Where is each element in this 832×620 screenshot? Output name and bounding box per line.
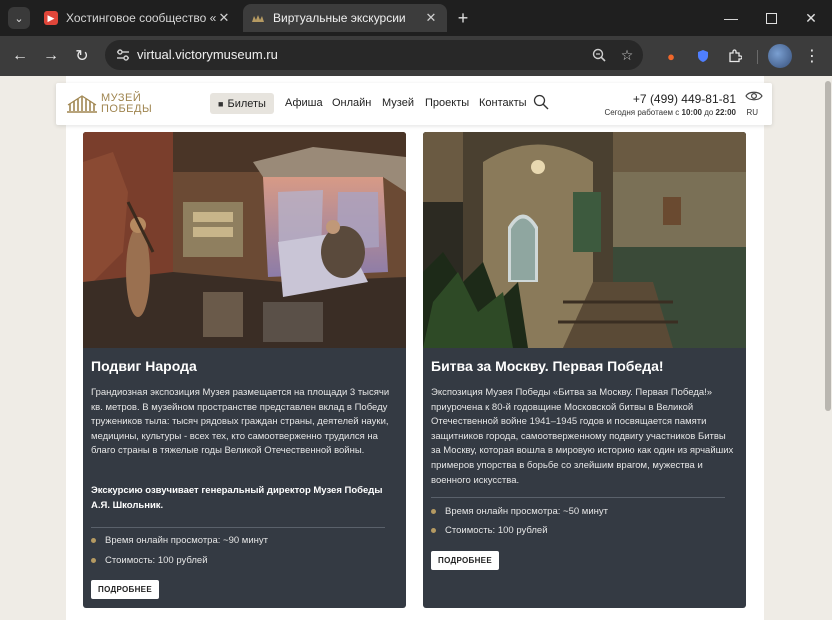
close-icon[interactable]: ✕	[423, 10, 439, 26]
maximize-icon[interactable]	[759, 6, 783, 30]
bullet-icon	[91, 538, 96, 543]
museum-favicon-icon	[251, 11, 265, 25]
site-header: МУЗЕЙ ПОБЕДЫ ■ Билеты Афиша Онлайн Музей…	[56, 83, 772, 125]
card-duration: Время онлайн просмотра: ~90 минут	[91, 535, 268, 546]
card-title[interactable]: Подвиг Народа	[91, 358, 197, 374]
logo-emblem-icon	[66, 95, 98, 113]
tab-title: Виртуальные экскурсии	[273, 11, 406, 25]
reload-icon[interactable]: ↻	[70, 44, 94, 68]
address-bar[interactable]: virtual.victorymuseum.ru ☆	[105, 40, 643, 70]
ticket-icon: ■	[218, 98, 224, 109]
card-title[interactable]: Битва за Москву. Первая Победа!	[431, 358, 664, 374]
nav-link-afisha[interactable]: Афиша	[285, 97, 323, 109]
card-price: Стоимость: 100 рублей	[431, 525, 548, 536]
tour-card: Битва за Москву. Первая Победа! Экспозиц…	[423, 132, 746, 608]
timeweb-favicon-icon: ▶	[44, 11, 58, 25]
site-settings-icon[interactable]	[115, 47, 131, 63]
card-description: Грандиозная экспозиция Музея размещается…	[91, 387, 390, 457]
tab-bar: ⌄ ▶ Хостинговое сообщество «Tim ✕ Виртуа…	[0, 0, 832, 36]
browser-toolbar: ← → ↻ virtual.victorymuseum.ru ☆ ● ⋮	[0, 36, 832, 76]
tab-search-chevron-icon[interactable]: ⌄	[8, 7, 30, 29]
forward-arrow-icon[interactable]: →	[39, 44, 63, 68]
minimize-icon[interactable]: —	[719, 6, 743, 30]
logo-line-2: ПОБЕДЫ	[101, 103, 153, 115]
nav-link-online[interactable]: Онлайн	[332, 97, 371, 109]
card-price: Стоимость: 100 рублей	[91, 555, 208, 566]
tab-virtual-tours[interactable]: Виртуальные экскурсии ✕	[243, 4, 447, 32]
search-icon[interactable]	[533, 94, 549, 110]
card-description: Экспозиция Музея Победы «Битва за Москву…	[431, 387, 734, 486]
phone-number[interactable]: +7 (499) 449-81-81	[633, 92, 736, 106]
toolbar-separator	[757, 50, 758, 64]
extensions-puzzle-icon[interactable]	[725, 46, 745, 66]
bullet-icon	[91, 558, 96, 563]
nav-link-projects[interactable]: Проекты	[425, 97, 469, 109]
duration-text: Время онлайн просмотра: ~50 минут	[445, 506, 608, 517]
zoom-icon[interactable]	[589, 45, 609, 65]
nav-link-contacts[interactable]: Контакты	[479, 97, 527, 109]
card-narrator-note: Экскурсию озвучивает генеральный директо…	[91, 485, 383, 511]
tab-title: Хостинговое сообщество «Tim	[66, 11, 216, 25]
card-image-diorama[interactable]	[83, 132, 406, 348]
scrollbar-thumb[interactable]	[825, 81, 831, 411]
tickets-label: Билеты	[227, 97, 266, 110]
card-duration: Время онлайн просмотра: ~50 минут	[431, 506, 608, 517]
duration-text: Время онлайн просмотра: ~90 минут	[105, 535, 268, 546]
url-text[interactable]: virtual.victorymuseum.ru	[137, 47, 278, 62]
bullet-icon	[431, 528, 436, 533]
accessibility-eye-icon[interactable]	[745, 89, 763, 103]
window-close-icon[interactable]: ✕	[799, 6, 823, 30]
language-switch[interactable]: RU	[746, 108, 758, 117]
card-divider	[91, 527, 385, 528]
more-button[interactable]: ПОДРОБНЕЕ	[431, 551, 499, 570]
new-tab-plus-icon[interactable]: +	[452, 7, 474, 29]
more-button[interactable]: ПОДРОБНЕЕ	[91, 580, 159, 599]
scrollbar[interactable]	[824, 76, 832, 620]
museum-logo[interactable]: МУЗЕЙ ПОБЕДЫ	[66, 92, 152, 116]
menu-kebab-icon[interactable]: ⋮	[800, 44, 824, 68]
price-text: Стоимость: 100 рублей	[445, 525, 548, 536]
card-image-hall[interactable]	[423, 132, 746, 348]
working-hours: Сегодня работаем с 10:00 до 22:00	[604, 108, 736, 117]
extension-shield-icon[interactable]	[693, 46, 713, 66]
page-viewport: МУЗЕЙ ПОБЕДЫ ■ Билеты Афиша Онлайн Музей…	[0, 76, 832, 620]
profile-avatar[interactable]	[768, 44, 792, 68]
back-arrow-icon[interactable]: ←	[8, 44, 32, 68]
nav-link-museum[interactable]: Музей	[382, 97, 414, 109]
tickets-button[interactable]: ■ Билеты	[210, 93, 274, 114]
tab-timeweb[interactable]: ▶ Хостинговое сообщество «Tim ✕	[36, 4, 240, 32]
tour-card: Подвиг Народа Грандиозная экспозиция Муз…	[83, 132, 406, 608]
bookmark-star-icon[interactable]: ☆	[617, 45, 637, 65]
bullet-icon	[431, 509, 436, 514]
extension-fox-icon[interactable]: ●	[661, 46, 681, 66]
price-text: Стоимость: 100 рублей	[105, 555, 208, 566]
close-icon[interactable]: ✕	[216, 10, 232, 26]
logo-text: МУЗЕЙ ПОБЕДЫ	[101, 93, 152, 115]
card-divider	[431, 497, 725, 498]
